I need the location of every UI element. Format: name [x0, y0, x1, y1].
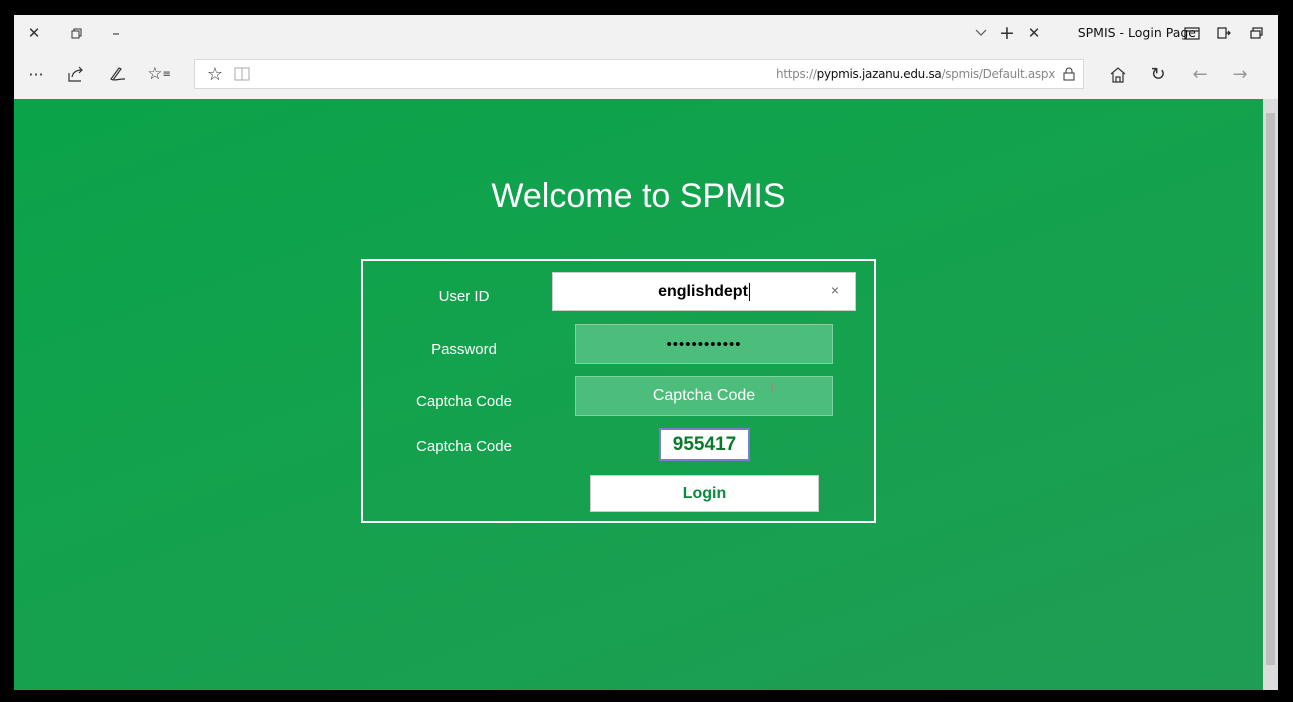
text-cursor: [748, 282, 750, 301]
captcha-label: Captcha Code: [416, 393, 512, 410]
reading-view-icon[interactable]: [233, 65, 251, 83]
new-tab-icon[interactable]: +: [995, 21, 1019, 45]
password-value: ••••••••••••: [666, 335, 742, 353]
pen-icon[interactable]: [106, 63, 128, 85]
window-icon[interactable]: [1244, 21, 1268, 45]
tab-close-icon[interactable]: ✕: [1022, 21, 1046, 45]
title-bar: ✕ – + ✕ SPMIS - Login Page: [14, 15, 1278, 51]
scrollbar-thumb[interactable]: [1266, 113, 1275, 665]
home-icon[interactable]: [1107, 63, 1129, 85]
minimize-icon[interactable]: –: [104, 21, 128, 45]
browser-window: ✕ – + ✕ SPMIS - Login Page ··· ☆ ≡ ☆ htt…: [14, 15, 1278, 690]
login-form: User ID englishdept × Password •••••••••…: [361, 259, 876, 523]
lock-icon[interactable]: [1061, 65, 1077, 83]
url-text[interactable]: https://pypmis.jazanu.edu.sa/spmis/Defau…: [776, 67, 1055, 81]
userid-label: User ID: [438, 288, 490, 305]
captcha-input[interactable]: Captcha Code I: [575, 376, 833, 416]
captcha-image-label: Captcha Code: [416, 438, 512, 455]
tabs-aside-icon[interactable]: [1180, 21, 1204, 45]
page-content: Welcome to SPMIS User ID englishdept × P…: [14, 99, 1263, 690]
close-icon[interactable]: ✕: [22, 21, 46, 45]
back-icon[interactable]: ←: [1189, 63, 1211, 85]
password-input[interactable]: ••••••••••••: [575, 324, 833, 364]
captcha-image: 955417: [659, 428, 750, 461]
address-bar[interactable]: ☆ https://pypmis.jazanu.edu.sa/spmis/Def…: [194, 59, 1084, 89]
star-icon[interactable]: ☆: [205, 64, 225, 85]
refresh-icon[interactable]: ↻: [1147, 63, 1169, 85]
clear-input-icon[interactable]: ×: [831, 282, 839, 298]
userid-input[interactable]: englishdept ×: [552, 272, 856, 311]
forward-icon[interactable]: →: [1229, 63, 1251, 85]
text-cursor-icon: I: [770, 379, 774, 395]
share-icon[interactable]: [64, 63, 86, 85]
userid-value: englishdept: [658, 282, 748, 300]
tab-title[interactable]: SPMIS - Login Page: [1078, 25, 1196, 40]
more-icon[interactable]: ···: [26, 63, 46, 85]
restore-icon[interactable]: [64, 21, 88, 45]
page-title: Welcome to SPMIS: [491, 177, 786, 215]
navigation-bar: ··· ☆ ≡ ☆ https://pypmis.jazanu.edu.sa/sp…: [14, 51, 1278, 99]
tab-list-icon[interactable]: [969, 21, 993, 45]
set-aside-icon[interactable]: [1212, 21, 1236, 45]
vertical-scrollbar[interactable]: [1263, 99, 1278, 690]
login-button[interactable]: Login: [590, 475, 819, 512]
captcha-placeholder: Captcha Code: [652, 387, 756, 404]
password-label: Password: [431, 341, 497, 358]
favorites-icon[interactable]: ☆ ≡: [147, 63, 171, 85]
